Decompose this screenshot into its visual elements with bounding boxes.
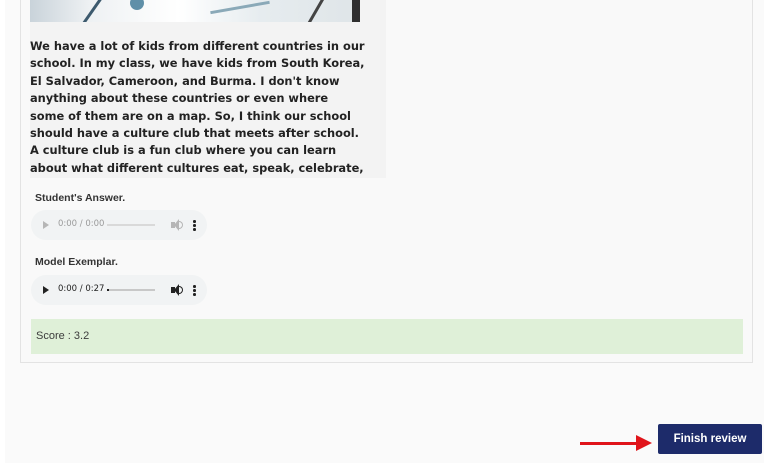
annotation-arrow-head bbox=[636, 435, 652, 451]
audio-time: 0:00 / 0:27 bbox=[58, 284, 105, 294]
score-banner: Score : 3.2 bbox=[31, 319, 743, 354]
reading-passage[interactable]: We have a lot of kids from different cou… bbox=[30, 0, 386, 178]
student-answer-label: Student's Answer. bbox=[35, 192, 126, 204]
audio-seek-bar[interactable] bbox=[107, 289, 155, 291]
passage-text: We have a lot of kids from different cou… bbox=[30, 39, 365, 175]
volume-icon[interactable] bbox=[171, 284, 183, 296]
more-options-icon[interactable] bbox=[193, 220, 196, 231]
volume-icon[interactable] bbox=[171, 219, 183, 231]
audio-seek-bar[interactable] bbox=[107, 224, 155, 226]
annotation-arrow-line bbox=[580, 442, 640, 445]
play-icon[interactable] bbox=[43, 221, 49, 229]
audio-time: 0:00 / 0:00 bbox=[58, 219, 105, 229]
more-options-icon[interactable] bbox=[193, 285, 196, 296]
model-exemplar-audio-player[interactable]: 0:00 / 0:27 bbox=[31, 275, 207, 305]
model-exemplar-label: Model Exemplar. bbox=[35, 256, 118, 268]
audio-seek-progress bbox=[107, 289, 109, 291]
score-text: Score : 3.2 bbox=[36, 330, 90, 342]
finish-review-button[interactable]: Finish review bbox=[658, 424, 762, 454]
passage-image bbox=[30, 0, 360, 22]
play-icon[interactable] bbox=[43, 286, 49, 294]
student-answer-audio-player[interactable]: 0:00 / 0:00 bbox=[31, 210, 207, 240]
